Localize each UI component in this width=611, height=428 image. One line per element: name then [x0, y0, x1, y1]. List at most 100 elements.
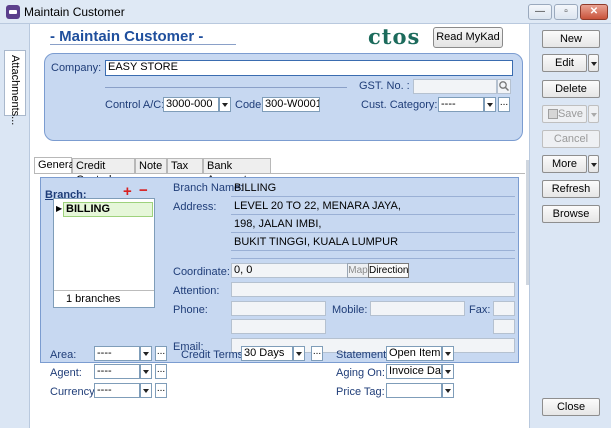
address-line-3[interactable]: BUKIT TINGGI, KUALA LUMPUR — [234, 236, 398, 248]
attachments-tab[interactable]: Attachments... — [4, 50, 26, 125]
credit-terms-lookup[interactable]: ... — [311, 346, 323, 361]
ctos-logo[interactable]: ctos — [368, 24, 420, 49]
attachments-strip: Attachments... — [0, 24, 30, 428]
read-mykad-button[interactable]: Read MyKad — [433, 27, 503, 48]
direction-button[interactable]: Direction — [368, 263, 409, 278]
minimize-icon[interactable]: — — [528, 4, 552, 20]
area-lookup[interactable]: ... — [155, 346, 167, 361]
title-bar: Maintain Customer — ▫ ✕ — [0, 0, 611, 24]
row-pointer-icon: ▶ — [56, 204, 63, 213]
control-ac-label: Control A/C: — [105, 99, 165, 111]
more-button[interactable]: More — [542, 155, 587, 173]
tab-note[interactable]: Note — [135, 158, 167, 173]
map-button[interactable]: Map — [347, 263, 369, 278]
search-icon[interactable] — [497, 79, 511, 94]
control-ac-dropdown[interactable] — [219, 97, 231, 112]
agent-field[interactable]: ---- — [94, 364, 140, 379]
branch-count: 1 branches — [66, 293, 121, 305]
more-dropdown[interactable] — [588, 155, 599, 173]
refresh-button[interactable]: Refresh — [542, 180, 600, 198]
cust-category-field[interactable]: ---- — [438, 97, 484, 112]
action-panel: New Edit Delete Save Cancel More Refresh… — [529, 24, 611, 428]
save-dropdown[interactable] — [588, 105, 599, 123]
control-ac-field[interactable]: 3000-000 — [163, 97, 219, 112]
mobile-field[interactable] — [370, 301, 465, 316]
attention-field[interactable] — [231, 282, 515, 297]
delete-button[interactable]: Delete — [542, 80, 600, 98]
address-line-1-underline — [231, 214, 515, 215]
edit-dropdown[interactable] — [588, 54, 599, 72]
price-tag-label: Price Tag: — [336, 386, 385, 398]
window-title: Maintain Customer — [24, 5, 125, 19]
agent-dropdown[interactable] — [140, 364, 152, 379]
page-title: - Maintain Customer - — [50, 28, 204, 45]
credit-terms-label: Credit Terms: — [181, 349, 247, 361]
app-icon — [6, 5, 20, 19]
coordinate-field[interactable]: 0, 0 — [231, 263, 348, 278]
statement-dropdown[interactable] — [442, 346, 454, 361]
new-button[interactable]: New — [542, 30, 600, 48]
tab-tax[interactable]: Tax — [167, 158, 203, 173]
phone-field-2[interactable] — [231, 319, 326, 334]
address-line-3-underline — [231, 250, 515, 251]
code-field[interactable]: 300-W0001 — [262, 97, 320, 112]
aging-on-dropdown[interactable] — [442, 364, 454, 379]
aging-on-field[interactable]: Invoice Date — [386, 364, 442, 379]
phone-label: Phone: — [173, 304, 208, 316]
credit-terms-dropdown[interactable] — [293, 346, 305, 361]
cust-category-dropdown[interactable] — [484, 97, 496, 112]
currency-dropdown[interactable] — [140, 383, 152, 398]
area-label: Area: — [50, 349, 77, 361]
tab-bank-account[interactable]: Bank Account — [203, 158, 271, 186]
save-icon — [548, 109, 558, 119]
attention-label: Attention: — [173, 285, 220, 297]
branch-name-value[interactable]: BILLING — [234, 182, 276, 194]
area-dropdown[interactable] — [140, 346, 152, 361]
cust-category-lookup[interactable]: ... — [498, 97, 510, 112]
mobile-label: Mobile: — [332, 304, 368, 316]
address-line-1[interactable]: LEVEL 20 TO 22, MENARA JAYA, — [234, 200, 401, 212]
address-label: Address: — [173, 201, 217, 213]
maximize-icon[interactable]: ▫ — [554, 4, 578, 20]
currency-label: Currency: — [50, 386, 98, 398]
close-button[interactable]: Close — [542, 398, 600, 416]
price-tag-field[interactable] — [386, 383, 442, 398]
save-button[interactable]: Save — [542, 105, 587, 123]
main-panel: - Maintain Customer - ctos Read MyKad Co… — [30, 24, 529, 428]
currency-field[interactable]: ---- — [94, 383, 140, 398]
branch-name-label: Branch Name: — [173, 182, 244, 194]
tab-credit-control[interactable]: Credit Control — [72, 158, 135, 186]
tab-general[interactable]: General — [34, 157, 77, 174]
fax-field-2[interactable] — [493, 319, 515, 334]
branch-list-item[interactable]: BILLING — [63, 202, 153, 217]
browse-button[interactable]: Browse — [542, 205, 600, 223]
minus-icon[interactable]: − — [139, 182, 148, 199]
tab-baseline — [34, 173, 525, 174]
fax-field-1[interactable] — [493, 301, 515, 316]
aging-on-label: Aging On: — [336, 367, 385, 379]
area-field[interactable]: ---- — [94, 346, 140, 361]
address-line-2[interactable]: 198, JALAN IMBI, — [234, 218, 321, 230]
company-field[interactable]: EASY STORE — [105, 60, 513, 76]
edit-button[interactable]: Edit — [542, 54, 587, 72]
save-label: Save — [557, 108, 584, 120]
agent-label: Agent: — [50, 367, 82, 379]
branch-footer: 1 branches — [54, 290, 154, 307]
agent-lookup[interactable]: ... — [155, 364, 167, 379]
company-label: Company: — [51, 62, 102, 74]
gst-field[interactable] — [413, 79, 497, 94]
cancel-button[interactable]: Cancel — [542, 130, 600, 148]
address-line-2-underline — [231, 232, 515, 233]
credit-terms-field[interactable]: 30 Days — [241, 346, 293, 361]
statement-field[interactable]: Open Item — [386, 346, 442, 361]
gst-label: GST. No. : — [359, 80, 410, 92]
phone-field-1[interactable] — [231, 301, 326, 316]
address-line-4-underline — [231, 258, 515, 259]
close-icon[interactable]: ✕ — [580, 4, 608, 20]
branch-list[interactable]: ▶ BILLING 1 branches — [53, 198, 155, 308]
price-tag-dropdown[interactable] — [442, 383, 454, 398]
fax-label: Fax: — [469, 304, 491, 316]
code-label: Code: — [235, 99, 265, 111]
currency-lookup[interactable]: ... — [155, 383, 167, 398]
general-panel: Branch: + − ▶ BILLING 1 branches Branch … — [40, 177, 519, 363]
